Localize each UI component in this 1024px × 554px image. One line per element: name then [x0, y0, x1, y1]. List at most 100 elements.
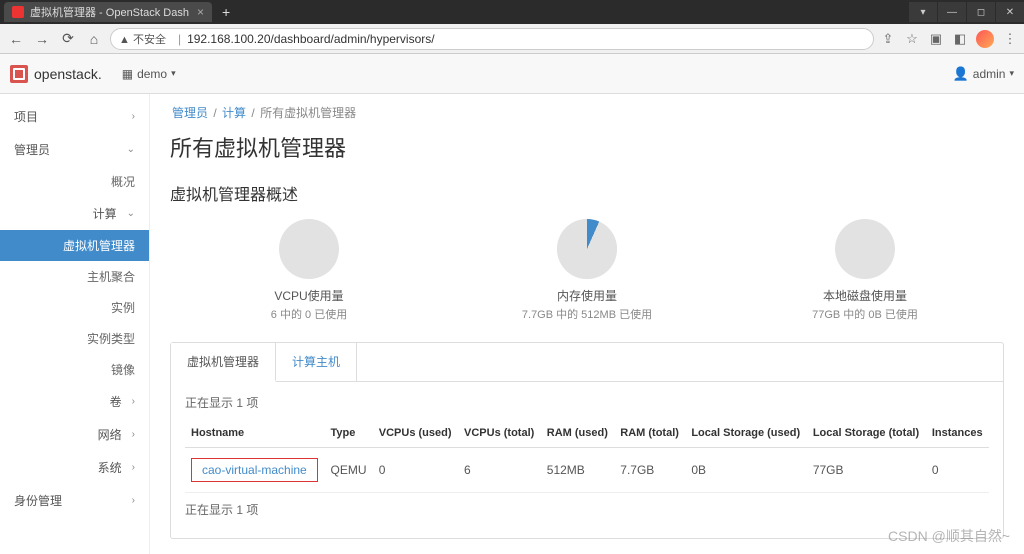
ext2-icon[interactable]: ◧	[952, 31, 968, 47]
chevron-right-icon: ›	[132, 396, 135, 407]
app-header: openstack. ▦ demo ▾ 👤 admin ▾	[0, 54, 1024, 94]
th-type[interactable]: Type	[325, 419, 373, 448]
cell-vcpus-total: 6	[458, 448, 541, 493]
sidebar-item-identity[interactable]: 身份管理›	[0, 484, 149, 517]
sidebar-item-system[interactable]: 系统›	[0, 451, 149, 484]
th-local-used[interactable]: Local Storage (used)	[685, 419, 806, 448]
sidebar-item-network[interactable]: 网络›	[0, 418, 149, 451]
project-selector[interactable]: ▦ demo ▾	[122, 67, 176, 81]
browser-tab-bar: 虚拟机管理器 - OpenStack Dash × + ▾ ― ◻ ✕	[0, 0, 1024, 24]
crumb-current: 所有虚拟机管理器	[260, 106, 356, 120]
th-ram-total[interactable]: RAM (total)	[614, 419, 685, 448]
pie-icon	[279, 219, 339, 279]
window-minimize[interactable]: ―	[938, 2, 966, 22]
star-icon[interactable]: ☆	[904, 31, 920, 47]
chart-sub: 6 中的 0 已使用	[209, 306, 409, 322]
chart-disk: 本地磁盘使用量 77GB 中的 0B 已使用	[765, 219, 965, 322]
extension-icon[interactable]: ▣	[928, 31, 944, 47]
sidebar-item-instances[interactable]: 实例	[0, 292, 149, 323]
sidebar-item-host-aggregates[interactable]: 主机聚合	[0, 261, 149, 292]
url-text: 192.168.100.20/dashboard/admin/hyperviso…	[187, 32, 435, 46]
chevron-right-icon: ›	[132, 495, 135, 506]
showing-count-top: 正在显示 1 项	[185, 394, 989, 411]
sidebar-item-images[interactable]: 镜像	[0, 354, 149, 385]
cell-local-used: 0B	[685, 448, 806, 493]
nav-back-icon[interactable]: ←	[6, 29, 26, 49]
th-local-total[interactable]: Local Storage (total)	[807, 419, 926, 448]
chevron-right-icon: ›	[132, 429, 135, 440]
sidebar-item-flavors[interactable]: 实例类型	[0, 323, 149, 354]
favicon	[12, 6, 24, 18]
showing-count-bottom: 正在显示 1 项	[185, 501, 989, 518]
share-icon[interactable]: ⇪	[880, 31, 896, 47]
pie-icon	[557, 219, 617, 279]
tabs-container: 虚拟机管理器 计算主机 正在显示 1 项 Hostname Type VCPUs…	[170, 342, 1004, 539]
chevron-right-icon: ›	[132, 111, 135, 122]
insecure-warning-icon: ▲ 不安全	[119, 31, 166, 47]
chevron-down-icon: ⌄	[127, 144, 135, 155]
cell-instances: 0	[926, 448, 989, 493]
sidebar-item-volumes[interactable]: 卷›	[0, 385, 149, 418]
main-content: 管理员 / 计算 / 所有虚拟机管理器 所有虚拟机管理器 虚拟机管理器概述 VC…	[150, 94, 1024, 554]
chart-vcpu: VCPU使用量 6 中的 0 已使用	[209, 219, 409, 322]
cell-vcpus-used: 0	[373, 448, 458, 493]
tab-title: 虚拟机管理器 - OpenStack Dash	[30, 4, 189, 20]
chart-title: 本地磁盘使用量	[765, 287, 965, 304]
chart-sub: 7.7GB 中的 512MB 已使用	[487, 306, 687, 322]
cell-ram-total: 7.7GB	[614, 448, 685, 493]
url-input[interactable]: ▲ 不安全 | 192.168.100.20/dashboard/admin/h…	[110, 28, 874, 50]
chart-memory: 内存使用量 7.7GB 中的 512MB 已使用	[487, 219, 687, 322]
th-vcpus-used[interactable]: VCPUs (used)	[373, 419, 458, 448]
crumb-compute[interactable]: 计算	[222, 106, 246, 120]
crumb-admin[interactable]: 管理员	[172, 106, 208, 120]
browser-tab[interactable]: 虚拟机管理器 - OpenStack Dash ×	[4, 2, 212, 22]
openstack-logo-icon	[10, 65, 28, 83]
sidebar-item-hypervisors[interactable]: 虚拟机管理器	[0, 230, 149, 261]
hypervisor-table: Hostname Type VCPUs (used) VCPUs (total)…	[185, 419, 989, 493]
tab-compute-host[interactable]: 计算主机	[276, 343, 357, 381]
hostname-link[interactable]: cao-virtual-machine	[202, 463, 307, 477]
project-name: demo	[137, 67, 167, 81]
nav-home-icon[interactable]: ⌂	[84, 29, 104, 49]
cell-type: QEMU	[325, 448, 373, 493]
new-tab-button[interactable]: +	[212, 4, 240, 20]
breadcrumb: 管理员 / 计算 / 所有虚拟机管理器	[170, 104, 1004, 121]
window-maximize[interactable]: ◻	[967, 2, 995, 22]
page-title: 所有虚拟机管理器	[170, 131, 1004, 163]
window-close[interactable]: ✕	[996, 2, 1024, 22]
brand-text: openstack.	[34, 66, 102, 82]
chart-title: VCPU使用量	[209, 287, 409, 304]
window-spacer[interactable]: ▾	[909, 2, 937, 22]
table-row: cao-virtual-machine QEMU 0 6 512MB 7.7GB…	[185, 448, 989, 493]
cell-ram-used: 512MB	[541, 448, 615, 493]
th-ram-used[interactable]: RAM (used)	[541, 419, 615, 448]
chart-sub: 77GB 中的 0B 已使用	[765, 306, 965, 322]
menu-icon[interactable]: ⋮	[1002, 31, 1018, 47]
th-instances[interactable]: Instances	[926, 419, 989, 448]
pie-icon	[835, 219, 895, 279]
user-icon: 👤	[953, 66, 969, 82]
highlight-box: cao-virtual-machine	[191, 458, 318, 482]
project-icon: ▦	[122, 67, 133, 81]
cell-local-total: 77GB	[807, 448, 926, 493]
sidebar-item-overview[interactable]: 概况	[0, 166, 149, 197]
th-vcpus-total[interactable]: VCPUs (total)	[458, 419, 541, 448]
address-bar: ← → ⟳ ⌂ ▲ 不安全 | 192.168.100.20/dashboard…	[0, 24, 1024, 54]
profile-avatar-icon[interactable]	[976, 30, 994, 48]
chevron-right-icon: ›	[132, 462, 135, 473]
th-hostname[interactable]: Hostname	[185, 419, 325, 448]
close-tab-icon[interactable]: ×	[189, 5, 204, 19]
nav-reload-icon[interactable]: ⟳	[58, 29, 78, 49]
chart-title: 内存使用量	[487, 287, 687, 304]
tab-hypervisor[interactable]: 虚拟机管理器	[171, 343, 276, 382]
chevron-down-icon: ▾	[1009, 68, 1014, 79]
sidebar-item-compute[interactable]: 计算⌄	[0, 197, 149, 230]
sidebar: 项目› 管理员⌄ 概况 计算⌄ 虚拟机管理器 主机聚合 实例 实例类型 镜像 卷…	[0, 94, 150, 554]
chevron-down-icon: ▾	[171, 68, 176, 79]
sidebar-item-project[interactable]: 项目›	[0, 100, 149, 133]
nav-forward-icon[interactable]: →	[32, 29, 52, 49]
sidebar-item-admin[interactable]: 管理员⌄	[0, 133, 149, 166]
brand-logo[interactable]: openstack.	[10, 65, 102, 83]
user-menu[interactable]: 👤 admin ▾	[953, 66, 1014, 82]
chevron-down-icon: ⌄	[127, 208, 135, 219]
